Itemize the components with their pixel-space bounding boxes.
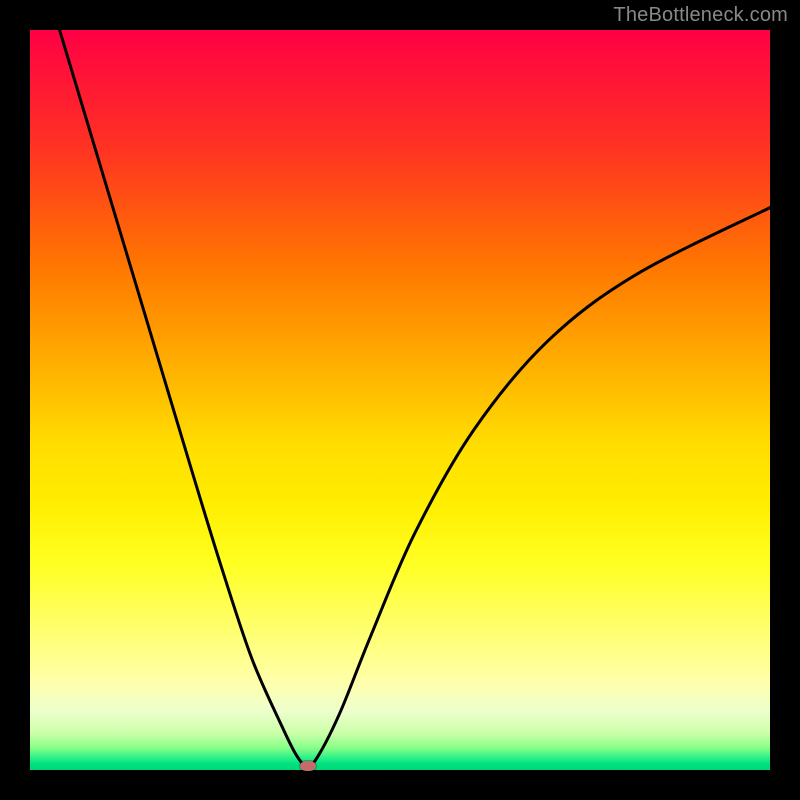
watermark-text: TheBottleneck.com bbox=[613, 4, 788, 27]
bottleneck-curve bbox=[30, 30, 770, 770]
optimal-marker bbox=[300, 761, 316, 771]
plot-area bbox=[30, 30, 770, 770]
chart-frame: TheBottleneck.com bbox=[0, 0, 800, 800]
